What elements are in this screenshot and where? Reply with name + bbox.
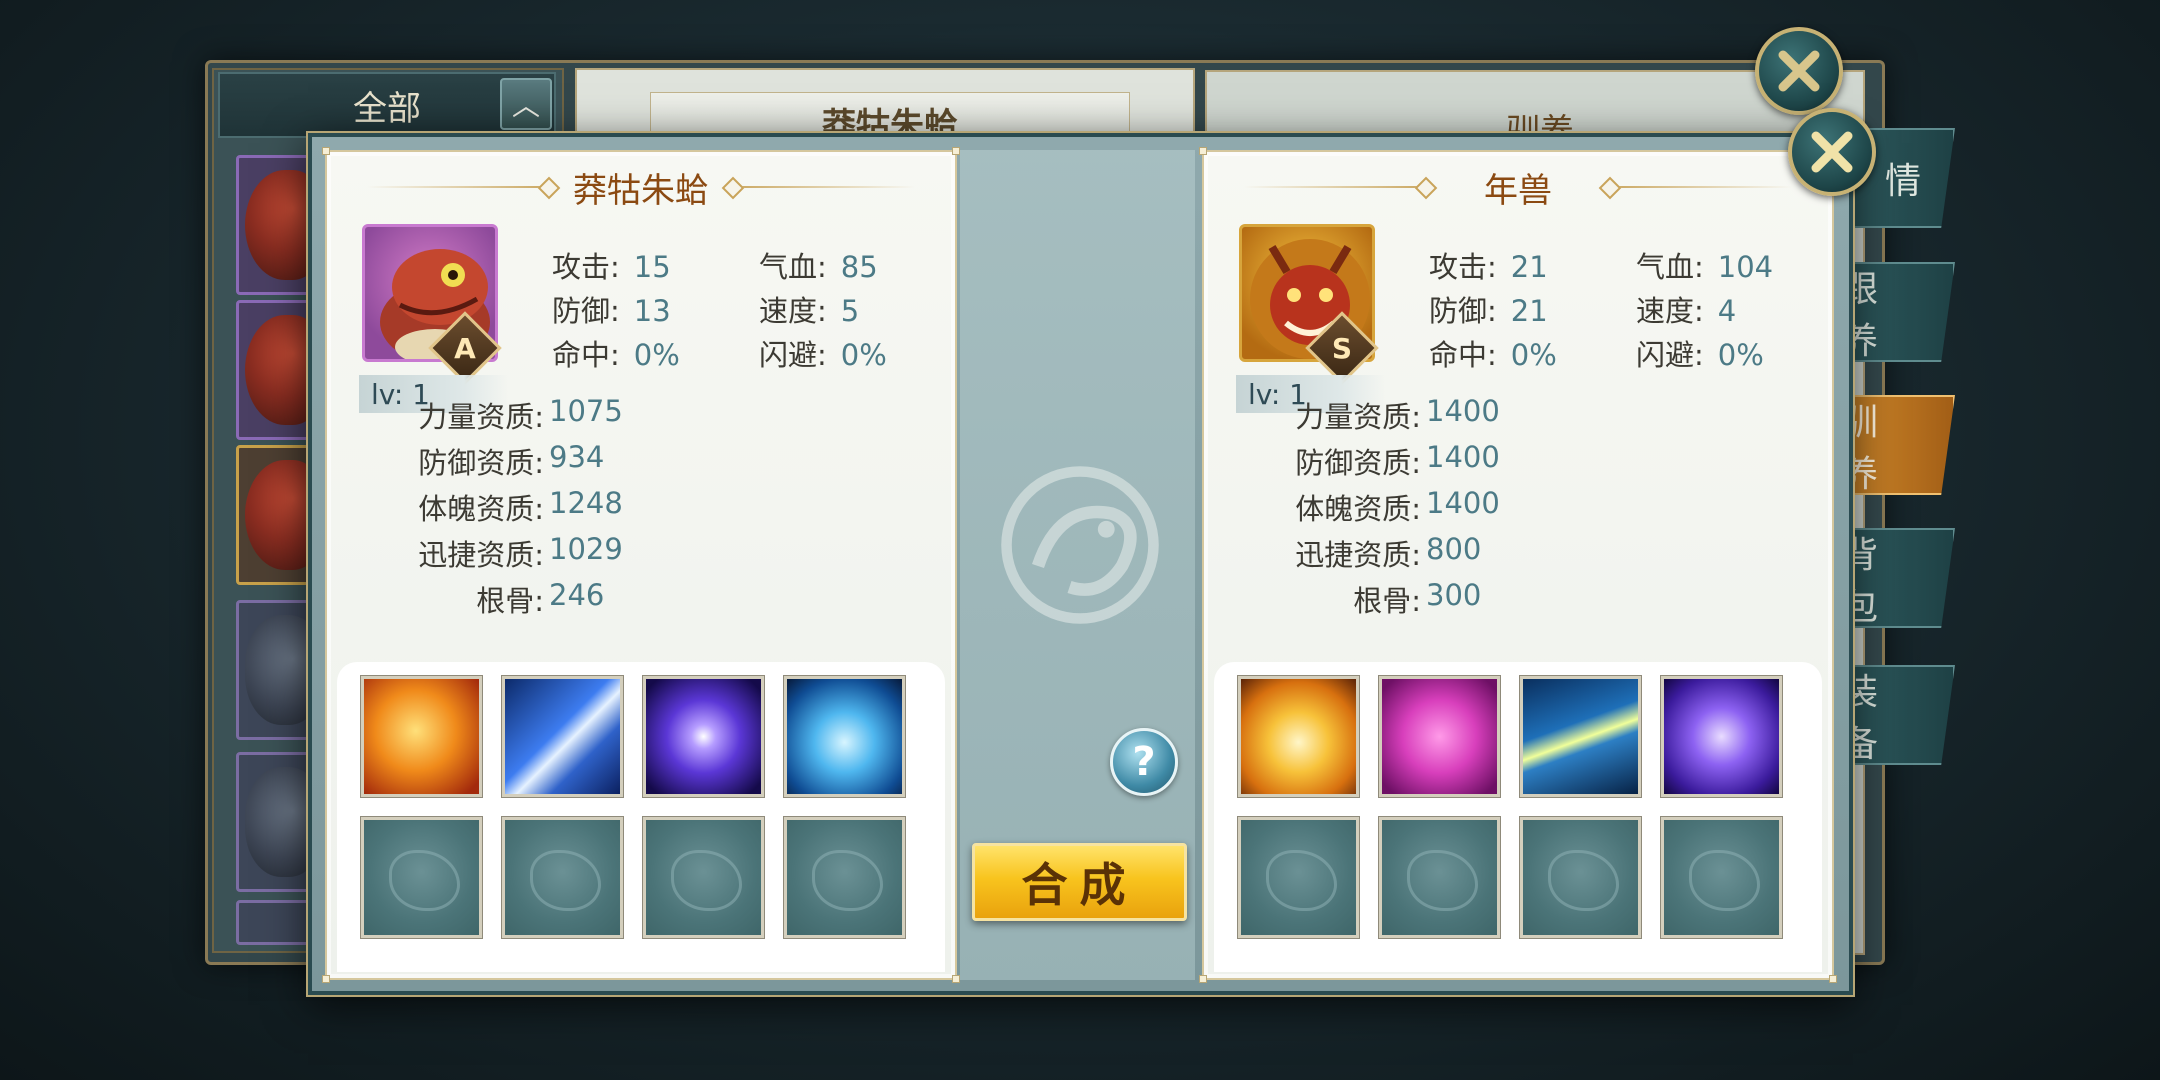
title-ornament [1602,186,1792,188]
physique-quality-value: 1400 [1426,486,1500,520]
empty-skill-slot[interactable] [643,817,764,938]
defense-value: 21 [1510,294,1548,328]
crescent-slash-skill-icon[interactable] [1520,676,1641,797]
speed-stat: 速度: 4 [1636,288,1736,330]
strength-quality-label: 力量资质: [418,400,544,434]
grade-letter: S [1331,331,1353,365]
dragon-emblem-icon [1001,466,1159,624]
root-bone-value: 300 [1426,578,1482,612]
defense-stat: 防御: 21 [1429,288,1548,330]
skill-grid [1214,662,1822,972]
defense-stat: 防御: 13 [552,288,671,330]
hit-label: 命中: [1429,338,1497,372]
arcane-orb-skill-icon[interactable] [643,676,764,797]
speed-label: 速度: [759,294,827,328]
empty-skill-slot[interactable] [1520,817,1641,938]
chevron-up-icon[interactable]: ︿ [500,78,552,130]
hit-value: 0% [633,338,680,372]
hit-stat: 命中: 0% [552,332,680,374]
hit-value: 0% [1510,338,1557,372]
title-ornament [725,186,915,188]
defense-label: 防御: [1429,294,1497,328]
help-button[interactable]: ? [1110,728,1178,796]
attack-stat: 攻击: 15 [552,244,671,286]
merge-button[interactable]: 合成 [972,843,1187,921]
physique-quality-value: 1248 [549,486,623,520]
strength-quality-value: 1400 [1426,394,1500,428]
speed-stat: 速度: 5 [759,288,859,330]
hp-stat: 气血: 85 [759,244,878,286]
speed-value: 4 [1717,294,1737,328]
lightning-bolt-skill-icon[interactable] [502,676,623,797]
attack-value: 15 [633,250,671,284]
hp-label: 气血: [1636,250,1704,284]
tab-taming[interactable]: 驯 养 [1840,395,1955,495]
defense-quality-label: 防御资质: [418,446,544,480]
tab-equipment[interactable]: 装 备 [1840,665,1955,765]
speed-value: 5 [840,294,860,328]
defense-label: 防御: [552,294,620,328]
root-bone-label: 根骨: [476,584,544,618]
violet-claw-skill-icon[interactable] [1661,676,1782,797]
purple-shield-skill-icon[interactable] [1379,676,1500,797]
tab-bag[interactable]: 背 包 [1840,528,1955,628]
hp-value: 104 [1717,250,1774,284]
fire-beast-skill-icon[interactable] [361,676,482,797]
root-bone-label: 根骨: [1353,584,1421,618]
skill-grid [337,662,945,972]
defense-quality-label: 防御资质: [1295,446,1421,480]
hit-stat: 命中: 0% [1429,332,1557,374]
dodge-label: 闪避: [1636,338,1704,372]
dodge-stat: 闪避: 0% [759,332,887,374]
close-panel-button[interactable] [1755,27,1843,115]
hp-stat: 气血: 104 [1636,244,1773,286]
dodge-stat: 闪避: 0% [1636,332,1764,374]
defense-value: 13 [633,294,671,328]
empty-skill-slot[interactable] [1379,817,1500,938]
empty-skill-slot[interactable] [361,817,482,938]
hp-value: 85 [840,250,878,284]
defense-quality-value: 934 [549,440,605,474]
attack-label: 攻击: [1429,250,1497,284]
strength-quality-value: 1075 [549,394,623,428]
dodge-label: 闪避: [759,338,827,372]
physique-quality-label: 体魄资质: [1295,492,1421,526]
tab-follow[interactable]: 跟 养 [1840,262,1955,362]
physique-quality-label: 体魄资质: [418,492,544,526]
attack-value: 21 [1510,250,1548,284]
defense-quality-value: 1400 [1426,440,1500,474]
close-popup-button[interactable] [1788,108,1876,196]
dodge-value: 0% [1717,338,1764,372]
empty-skill-slot[interactable] [1661,817,1782,938]
root-bone-value: 246 [549,578,605,612]
hp-label: 气血: [759,250,827,284]
close-icon [1778,50,1820,92]
strength-quality-label: 力量资质: [1295,400,1421,434]
agility-quality-label: 迅捷资质: [1295,538,1421,572]
empty-skill-slot[interactable] [1238,817,1359,938]
dodge-value: 0% [840,338,887,372]
agility-quality-value: 1029 [549,532,623,566]
agility-quality-label: 迅捷资质: [418,538,544,572]
agility-quality-value: 800 [1426,532,1482,566]
speed-label: 速度: [1636,294,1704,328]
golden-strike-skill-icon[interactable] [1238,676,1359,797]
empty-skill-slot[interactable] [502,817,623,938]
attack-stat: 攻击: 21 [1429,244,1548,286]
water-heart-skill-icon[interactable] [784,676,905,797]
grade-letter: A [454,331,476,365]
right-pet-card: 年兽 S lv: 1 攻击: 21 气血: 104 防御: 21 速度: 4 命中: 0%… [1199,147,1837,983]
empty-skill-slot[interactable] [784,817,905,938]
close-icon [1811,131,1853,173]
left-pet-card: 莽牯朱蛤 A lv: 1 攻击: 15 气血: 85 防御: 13 速度: 5 命中: 0… [322,147,960,983]
hit-label: 命中: [552,338,620,372]
attack-label: 攻击: [552,250,620,284]
